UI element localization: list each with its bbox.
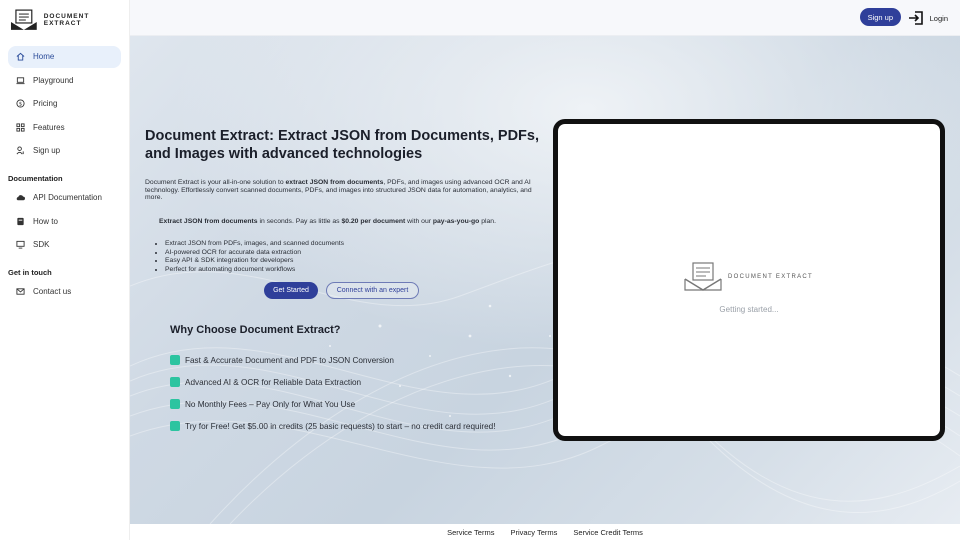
check-icon <box>170 355 180 365</box>
hero-intro: Document Extract is your all-in-one solu… <box>145 179 545 202</box>
check-icon <box>170 399 180 409</box>
sidebar-item-how-to[interactable]: How to <box>8 210 121 232</box>
document-logo-icon <box>10 9 37 30</box>
nav-group-contact: Get in touch <box>8 267 52 277</box>
hero-section: Document Extract: Extract JSON from Docu… <box>130 36 960 524</box>
pricing-text-1: in seconds. Pay as little as <box>257 218 342 225</box>
dollar-icon: $ <box>16 99 25 108</box>
pricing-text-3: plan. <box>479 218 496 225</box>
feature-item: No Monthly Fees – Pay Only for What You … <box>170 399 355 409</box>
loading-status: Getting started... <box>719 305 779 314</box>
list-item: Extract JSON from PDFs, images, and scan… <box>165 240 344 249</box>
user-add-icon <box>16 146 25 155</box>
list-item: Perfect for automating document workflow… <box>165 266 344 275</box>
login-label: Login <box>929 13 948 23</box>
sidebar-item-pricing[interactable]: $ Pricing <box>8 93 121 115</box>
pricing-line: Extract JSON from documents in seconds. … <box>159 218 496 225</box>
sidebar-item-api-documentation[interactable]: API Documentation <box>8 187 121 209</box>
sidebar-item-signup[interactable]: Sign up <box>8 140 121 162</box>
sidebar-item-label: Features <box>33 122 65 132</box>
footer: Service Terms Privacy Terms Service Cred… <box>130 524 960 540</box>
signup-button[interactable]: Sign up <box>859 8 901 26</box>
sidebar-item-playground[interactable]: Playground <box>8 69 121 91</box>
svg-text:$: $ <box>19 101 22 107</box>
sidebar-item-label: Sign up <box>33 146 61 155</box>
brand-name: DOCUMENT EXTRACT <box>43 13 90 27</box>
device-brand-name: DOCUMENT EXTRACT <box>728 274 814 280</box>
feature-text: No Monthly Fees – Pay Only for What You … <box>185 399 356 409</box>
nav-group-documentation: Documentation <box>8 173 63 183</box>
sidebar-item-label: API Documentation <box>33 193 102 202</box>
service-credit-terms-link[interactable]: Service Credit Terms <box>573 528 642 537</box>
sidebar-item-label: Playground <box>33 75 74 85</box>
book-icon <box>16 217 25 226</box>
pricing-text-2: with our <box>405 218 433 225</box>
cloud-icon <box>16 193 25 202</box>
login-icon <box>908 11 923 25</box>
hero-title: Document Extract: Extract JSON from Docu… <box>145 128 540 162</box>
home-icon <box>16 52 25 61</box>
intro-highlight: extract JSON from documents <box>285 179 384 186</box>
document-logo-icon <box>684 262 722 291</box>
feature-text: Try for Free! Get $5.00 in credits (25 b… <box>185 421 496 431</box>
sidebar-item-contact-us[interactable]: Contact us <box>8 281 121 303</box>
device-preview: DOCUMENT EXTRACT Getting started... <box>553 119 945 441</box>
feature-item: Advanced AI & OCR for Reliable Data Extr… <box>170 377 361 387</box>
sidebar-item-home[interactable]: Home <box>8 45 121 68</box>
check-icon <box>170 421 180 431</box>
feature-text: Advanced AI & OCR for Reliable Data Extr… <box>185 377 362 387</box>
sidebar: DOCUMENT EXTRACT Home Playground $ Prici… <box>0 0 130 540</box>
monitor-icon <box>16 240 25 249</box>
pricing-highlight-3: pay-as-you-go <box>432 218 480 225</box>
list-item: Easy API & SDK integration for developer… <box>165 257 344 266</box>
top-header: Sign up Login <box>130 0 960 36</box>
laptop-icon <box>16 76 25 85</box>
mail-icon <box>16 287 25 296</box>
pricing-highlight-1: Extract JSON from documents <box>159 218 258 225</box>
check-icon <box>170 377 180 387</box>
sidebar-item-features[interactable]: Features <box>8 116 121 138</box>
sidebar-item-label: Contact us <box>33 287 72 296</box>
sidebar-item-label: How to <box>33 216 58 226</box>
feature-text: Fast & Accurate Document and PDF to JSON… <box>185 355 394 365</box>
brand-logo[interactable]: DOCUMENT EXTRACT <box>0 0 129 40</box>
feature-item: Try for Free! Get $5.00 in credits (25 b… <box>170 421 496 431</box>
login-link[interactable]: Login <box>908 10 948 26</box>
sidebar-item-label: Home <box>33 52 55 61</box>
benefit-list: Extract JSON from PDFs, images, and scan… <box>165 240 344 274</box>
connect-expert-button[interactable]: Connect with an expert <box>326 282 419 299</box>
why-title: Why Choose Document Extract? <box>170 324 341 336</box>
intro-text: Document Extract is your all-in-one solu… <box>145 179 286 186</box>
sidebar-item-label: SDK <box>33 240 50 249</box>
sidebar-item-sdk[interactable]: SDK <box>8 234 121 256</box>
grid-icon <box>16 122 25 132</box>
service-terms-link[interactable]: Service Terms <box>447 528 494 537</box>
privacy-terms-link[interactable]: Privacy Terms <box>510 528 557 537</box>
sidebar-item-label: Pricing <box>33 99 58 108</box>
pricing-highlight-2: $0.20 per document <box>341 218 406 225</box>
feature-item: Fast & Accurate Document and PDF to JSON… <box>170 355 394 365</box>
list-item: AI-powered OCR for accurate data extract… <box>165 249 344 258</box>
get-started-button[interactable]: Get Started <box>264 282 318 299</box>
device-brand: DOCUMENT EXTRACT <box>684 262 813 292</box>
